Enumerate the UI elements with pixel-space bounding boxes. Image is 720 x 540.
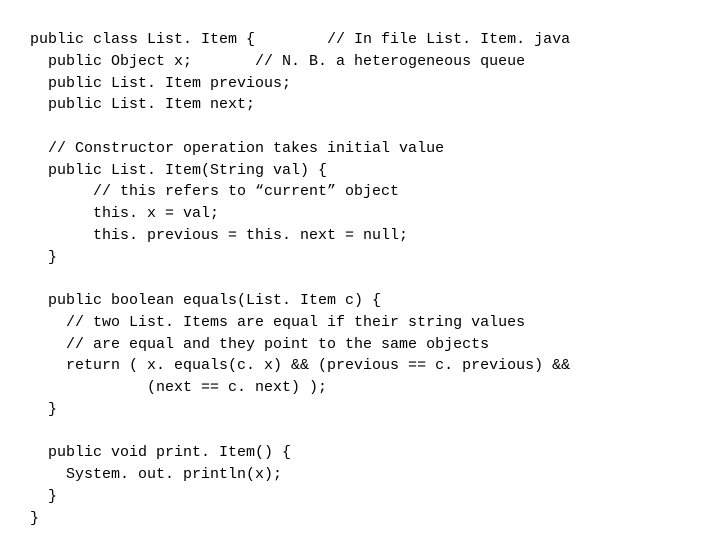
code-listing: public class List. Item { // In file Lis… xyxy=(0,15,720,529)
